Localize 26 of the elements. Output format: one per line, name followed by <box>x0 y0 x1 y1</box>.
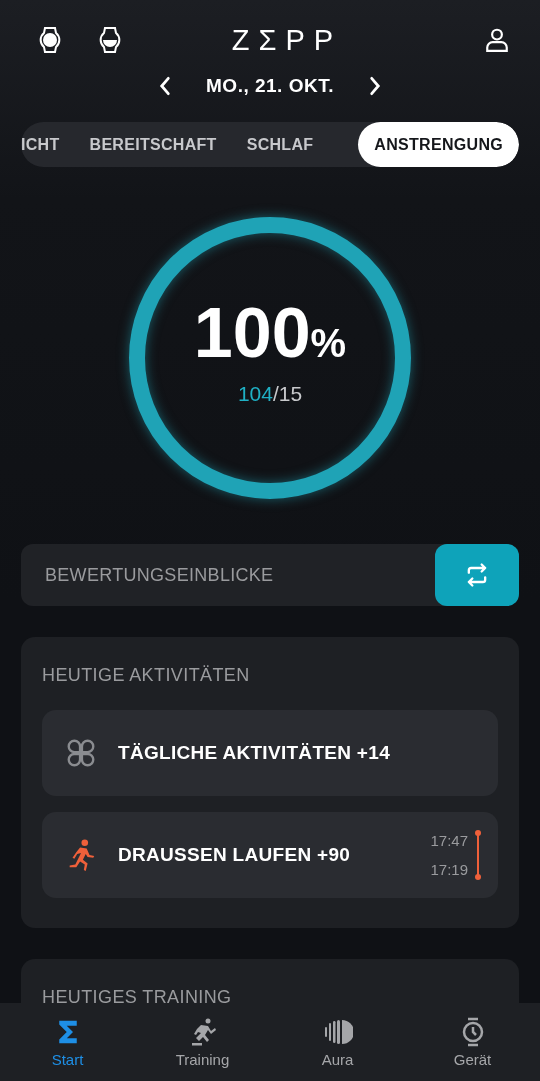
tab[interactable]: SCHLAF <box>231 122 329 167</box>
insights-bar[interactable]: BEWERTUNGSEINBLICKE <box>21 544 519 606</box>
tab[interactable]: ICHT <box>21 122 75 167</box>
end-time: 17:47 <box>430 832 468 849</box>
previous-day-icon[interactable] <box>158 75 173 97</box>
activity-item[interactable]: TÄGLICHE AKTIVITÄTEN +14 <box>42 710 498 796</box>
date-label: MO., 21. OKT. <box>206 75 334 97</box>
score-points: 104/15 <box>237 382 303 406</box>
nav-tab[interactable]: Aura <box>270 1003 405 1081</box>
activity-label: DRAUSSEN LAUFEN +90 <box>118 844 352 866</box>
section-title: HEUTIGE AKTIVITÄTEN <box>42 665 251 686</box>
activity-item[interactable]: DRAUSSEN LAUFEN +90 17:47 17:19 <box>42 812 498 898</box>
profile-icon[interactable] <box>484 27 510 53</box>
score-percent: 100% <box>193 298 347 368</box>
tab[interactable]: ANSTRENGUNG <box>358 122 519 167</box>
timeline-marker <box>474 829 482 881</box>
app-logo: ZΣPP <box>230 23 344 57</box>
activity-label: TÄGLICHE AKTIVITÄTEN +14 <box>118 742 391 764</box>
next-day-icon[interactable] <box>367 75 382 97</box>
insights-label: BEWERTUNGSEINBLICKE <box>44 564 275 586</box>
tab[interactable]: BEREITSCHAFT <box>74 122 232 167</box>
start-time: 17:19 <box>430 861 468 878</box>
switch-button[interactable] <box>435 544 519 606</box>
watch-icon[interactable] <box>98 25 122 55</box>
watch-icon[interactable] <box>38 25 62 55</box>
nav-tab[interactable]: Gerät <box>405 1003 540 1081</box>
